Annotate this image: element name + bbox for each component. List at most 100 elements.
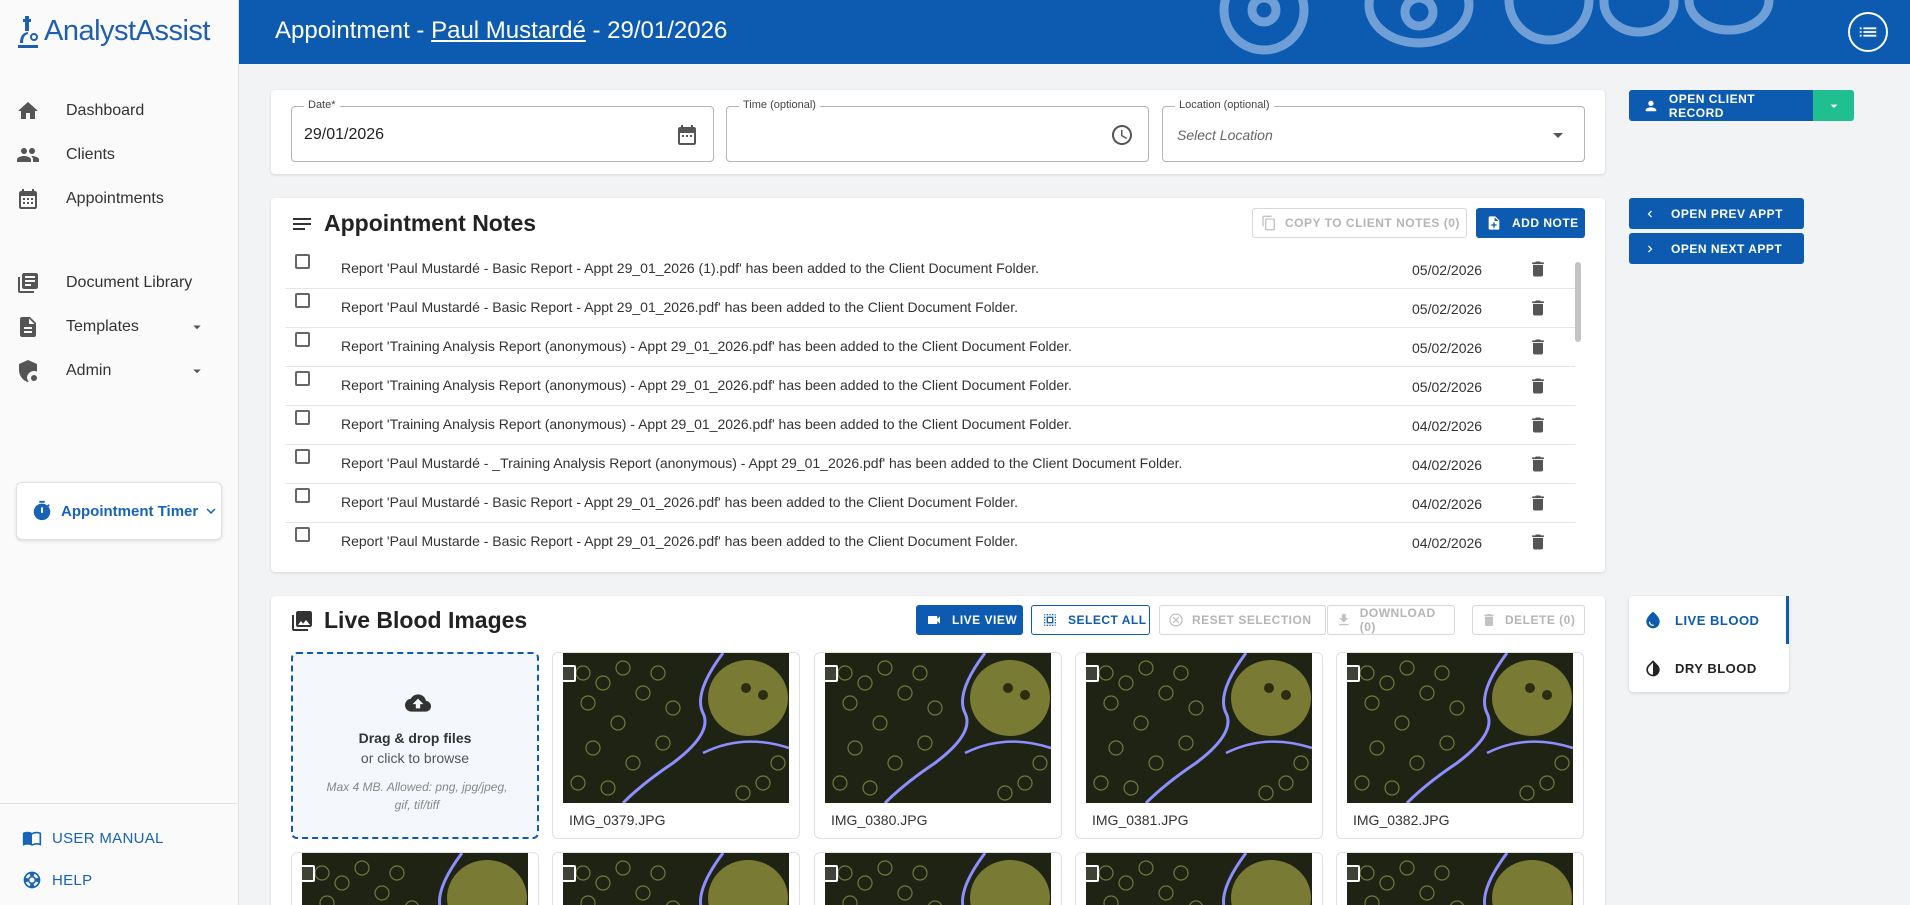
note-row[interactable]: Report 'Training Analysis Report (anonym… bbox=[285, 367, 1575, 406]
blood-image-thumbnail bbox=[563, 853, 789, 905]
image-card[interactable]: IMG_0380.JPG bbox=[814, 652, 1062, 839]
sidebar-item-admin[interactable]: Admin bbox=[0, 353, 239, 389]
image-checkbox[interactable] bbox=[298, 865, 315, 882]
admin-icon bbox=[19, 360, 37, 382]
image-checkbox[interactable] bbox=[559, 665, 576, 682]
delete-icon[interactable] bbox=[1528, 376, 1548, 396]
sidebar-item-templates[interactable]: Templates bbox=[0, 309, 239, 345]
delete-icon[interactable] bbox=[1528, 337, 1548, 357]
date-field[interactable]: Date* 29/01/2026 bbox=[291, 99, 714, 162]
caret-down-icon bbox=[1830, 104, 1837, 108]
note-checkbox[interactable] bbox=[295, 332, 310, 347]
note-date: 05/02/2026 bbox=[1412, 379, 1483, 395]
delete-icon[interactable] bbox=[1528, 259, 1548, 279]
image-card[interactable] bbox=[814, 852, 1062, 905]
library-icon bbox=[18, 273, 38, 293]
sidebar-item-document-library[interactable]: Document Library bbox=[0, 265, 239, 301]
tab-dry-blood[interactable]: DRY BLOOD bbox=[1629, 644, 1789, 692]
blood-type-nav: LIVE BLOOD DRY BLOOD bbox=[1629, 596, 1789, 692]
app-logo[interactable]: AnalystAssist bbox=[16, 10, 210, 52]
delete-icon[interactable] bbox=[1528, 532, 1548, 552]
note-checkbox[interactable] bbox=[295, 410, 310, 425]
note-checkbox[interactable] bbox=[295, 293, 310, 308]
note-row[interactable]: Report 'Paul Mustarde - Basic Report - A… bbox=[285, 523, 1575, 558]
sidebar: AnalystAssist Dashboard Clients Appointm… bbox=[0, 0, 239, 905]
image-checkbox[interactable] bbox=[1343, 665, 1360, 682]
image-checkbox[interactable] bbox=[821, 665, 838, 682]
person-icon bbox=[1645, 100, 1657, 111]
sidebar-footer: USER MANUAL HELP bbox=[0, 803, 239, 905]
note-checkbox[interactable] bbox=[295, 371, 310, 386]
note-row[interactable]: Report 'Paul Mustardé - Basic Report - A… bbox=[285, 250, 1575, 289]
tab-live-blood[interactable]: LIVE BLOOD bbox=[1629, 596, 1789, 644]
copy-to-client-notes-button[interactable]: COPY TO CLIENT NOTES (0) bbox=[1252, 208, 1467, 238]
note-checkbox[interactable] bbox=[295, 527, 310, 542]
client-record-dropdown-button[interactable] bbox=[1813, 90, 1854, 121]
image-checkbox[interactable] bbox=[1082, 665, 1099, 682]
clock-icon[interactable] bbox=[1110, 123, 1134, 147]
live-view-button[interactable]: LIVE VIEW bbox=[916, 605, 1023, 635]
user-manual-link[interactable]: USER MANUAL bbox=[22, 828, 164, 848]
image-checkbox[interactable] bbox=[821, 865, 838, 882]
delete-icon[interactable] bbox=[1528, 454, 1548, 474]
delete-icon[interactable] bbox=[1528, 415, 1548, 435]
image-card[interactable] bbox=[291, 852, 539, 905]
notes-list[interactable]: Report 'Paul Mustardé - Basic Report - A… bbox=[285, 250, 1575, 558]
image-checkbox[interactable] bbox=[1082, 865, 1099, 882]
scrollbar-thumb[interactable] bbox=[1575, 262, 1581, 342]
reset-selection-button[interactable]: RESET SELECTION bbox=[1159, 605, 1326, 635]
time-field[interactable]: Time (optional) bbox=[726, 99, 1149, 162]
note-row[interactable]: Report 'Training Analysis Report (anonym… bbox=[285, 406, 1575, 445]
appointment-timer[interactable]: Appointment Timer bbox=[16, 482, 222, 540]
sidebar-item-appointments[interactable]: Appointments bbox=[0, 181, 239, 217]
note-text: Report 'Paul Mustardé - Basic Report - A… bbox=[341, 260, 1039, 276]
calendar-icon[interactable] bbox=[675, 123, 699, 147]
help-link[interactable]: HELP bbox=[22, 870, 92, 890]
delete-icon[interactable] bbox=[1528, 298, 1548, 318]
menu-button[interactable] bbox=[1848, 12, 1888, 52]
image-card[interactable]: IMG_0381.JPG bbox=[1075, 652, 1323, 839]
image-checkbox[interactable] bbox=[559, 865, 576, 882]
note-checkbox[interactable] bbox=[295, 254, 310, 269]
note-row[interactable]: Report 'Training Analysis Report (anonym… bbox=[285, 328, 1575, 367]
blood-image-thumbnail bbox=[1347, 653, 1573, 803]
page-title: Appointment - Paul Mustardé - 29/01/2026 bbox=[275, 17, 728, 44]
note-text: Report 'Training Analysis Report (anonym… bbox=[341, 416, 1072, 432]
help-icon bbox=[23, 871, 41, 889]
tab-live-blood-label: LIVE BLOOD bbox=[1675, 612, 1760, 628]
note-date: 04/02/2026 bbox=[1412, 535, 1483, 551]
image-card[interactable] bbox=[1336, 852, 1584, 905]
note-row[interactable]: Report 'Paul Mustardé - Basic Report - A… bbox=[285, 484, 1575, 523]
videocam-icon bbox=[928, 616, 940, 624]
open-next-appt-button[interactable]: OPEN NEXT APPT bbox=[1629, 233, 1804, 264]
image-checkbox[interactable] bbox=[1343, 865, 1360, 882]
location-placeholder: Select Location bbox=[1177, 127, 1273, 143]
upload-dropzone[interactable]: Drag & drop files or click to browse Max… bbox=[291, 652, 539, 839]
location-select[interactable]: Location (optional) Select Location bbox=[1162, 99, 1585, 162]
image-card[interactable]: IMG_0382.JPG bbox=[1336, 652, 1584, 839]
select-all-button[interactable]: SELECT ALL bbox=[1031, 605, 1150, 635]
note-row[interactable]: Report 'Paul Mustardé - _Training Analys… bbox=[285, 445, 1575, 484]
delete-button[interactable]: DELETE (0) bbox=[1472, 605, 1585, 635]
open-client-record-button[interactable]: OPEN CLIENT RECORD bbox=[1629, 90, 1813, 121]
image-card[interactable] bbox=[1075, 852, 1323, 905]
open-prev-appt-button[interactable]: OPEN PREV APPT bbox=[1629, 198, 1804, 229]
images-heading: Live Blood Images bbox=[290, 607, 527, 634]
dropzone-hint: Max 4 MB. Allowed: png, jpg/jpeg, gif, t… bbox=[326, 780, 508, 812]
add-note-button[interactable]: ADD NOTE bbox=[1476, 208, 1585, 238]
dropzone-subtitle: or click to browse bbox=[360, 750, 470, 766]
sidebar-item-clients[interactable]: Clients bbox=[0, 137, 239, 173]
delete-icon[interactable] bbox=[1528, 493, 1548, 513]
image-card[interactable]: IMG_0379.JPG bbox=[552, 652, 800, 839]
note-row[interactable]: Report 'Paul Mustardé - Basic Report - A… bbox=[285, 289, 1575, 328]
blood-image-thumbnail bbox=[302, 853, 528, 905]
note-checkbox[interactable] bbox=[295, 488, 310, 503]
note-checkbox[interactable] bbox=[295, 449, 310, 464]
chevron-down-icon bbox=[193, 369, 201, 374]
notes-scrollbar[interactable] bbox=[1575, 252, 1581, 552]
dropzone-title: Drag & drop files bbox=[358, 730, 472, 746]
download-button[interactable]: DOWNLOAD (0) bbox=[1327, 605, 1455, 635]
sidebar-item-dashboard[interactable]: Dashboard bbox=[0, 93, 239, 129]
client-name-link[interactable]: Paul Mustardé bbox=[431, 17, 586, 44]
image-card[interactable] bbox=[552, 852, 800, 905]
